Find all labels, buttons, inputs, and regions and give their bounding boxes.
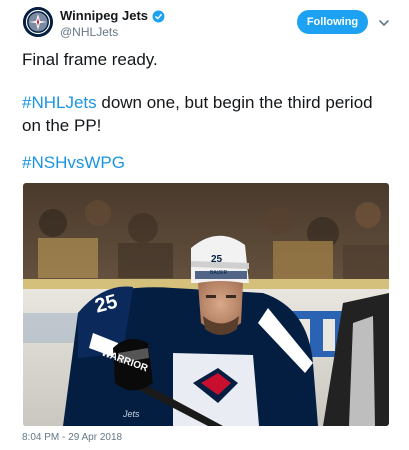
helmet-number: 25 — [211, 254, 223, 265]
tweet-timestamp[interactable]: 8:04 PM - 29 Apr 2018 — [22, 432, 122, 444]
tweet-line-3: #NSHvsWPG — [22, 151, 125, 174]
helmet-brand: BAUER — [210, 270, 228, 276]
hashtag-link[interactable]: #NHLJets — [22, 93, 97, 112]
author-name-row: Winnipeg Jets — [60, 8, 165, 24]
author-display-name[interactable]: Winnipeg Jets — [60, 8, 148, 24]
author-handle[interactable]: @NHLJets — [60, 25, 118, 39]
tweet-photo[interactable]: 25 25 BAUER WARRIOR Jets — [23, 183, 389, 426]
tweet-header: Winnipeg Jets @NHLJets Following — [20, 6, 400, 42]
verified-badge-icon — [152, 10, 165, 23]
pants-text: Jets — [122, 409, 140, 419]
tweet-line-2: #NHLJets down one, but begin the third p… — [22, 91, 392, 137]
chevron-down-icon[interactable] — [377, 16, 391, 30]
tweet-line-1: Final frame ready. — [22, 50, 158, 69]
jets-logo-icon[interactable] — [23, 7, 53, 37]
hashtag-link[interactable]: #NSHvsWPG — [22, 153, 125, 172]
following-button[interactable]: Following — [297, 10, 368, 34]
